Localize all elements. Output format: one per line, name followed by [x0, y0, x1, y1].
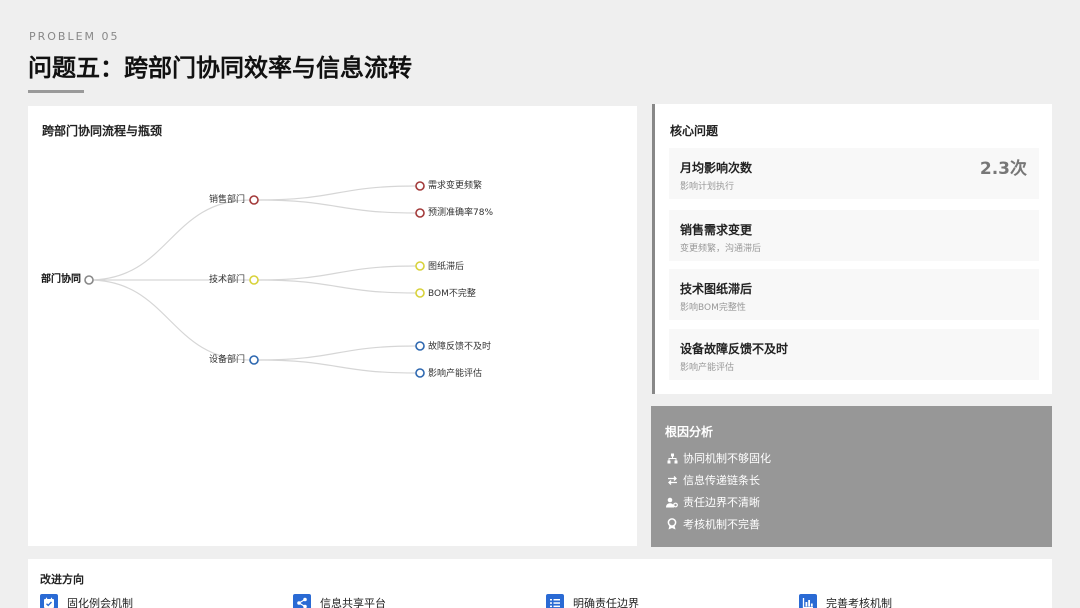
branch-label-tech: 技术部门 [209, 275, 246, 285]
exchange-icon [665, 473, 679, 487]
core-item-subtitle: 影响BOM完整性 [680, 303, 746, 313]
edge-equipment-to-leaf [257, 359, 417, 374]
chart-bar-icon [799, 594, 817, 608]
core-title: 核心问题 [670, 124, 719, 138]
share-icon [293, 594, 311, 608]
core-item-value: 2.3次 [979, 159, 1027, 179]
leaf-node [415, 341, 425, 351]
improvement-item: 完善考核机制 [799, 594, 892, 608]
leaf-label: 需求变更频繁 [428, 181, 483, 191]
improvement-label: 固化例会机制 [67, 597, 133, 608]
branch-node-sales [249, 195, 259, 205]
root-cause-item: 考核机制不完善 [665, 516, 760, 532]
list-ordered-icon [546, 594, 564, 608]
branch-label-sales: 销售部门 [209, 195, 246, 205]
improvement-card: 改进方向 固化例会机制 信息共享平台 明确责任边界 完善考核机制 [28, 559, 1052, 608]
core-item-subtitle: 影响产能评估 [680, 363, 735, 373]
core-item-title: 技术图纸滞后 [680, 282, 753, 296]
root-cause-label: 协同机制不够固化 [683, 452, 771, 465]
flow-diagram-card: 跨部门协同流程与瓶颈 部门协同 销售部门 技术部门 设备部门 需求变更频繁 预测… [28, 106, 637, 546]
mind-map [84, 181, 425, 378]
core-item-title: 设备故障反馈不及时 [680, 342, 789, 356]
leaf-node [415, 261, 425, 271]
improvement-label: 完善考核机制 [826, 597, 892, 608]
edge-equipment-to-leaf [257, 345, 417, 361]
calendar-check-icon [40, 594, 58, 608]
core-problems-card: 核心问题 月均影响次数 影响计划执行 2.3次 销售需求变更 变更频繁，沟通滞后… [652, 104, 1052, 394]
leaf-label: BOM不完整 [428, 289, 476, 299]
root-cause-item: 责任边界不清晰 [665, 494, 760, 510]
eyebrow-label: PROBLEM 05 [29, 30, 120, 43]
leaf-node [415, 368, 425, 378]
leaf-label: 影响产能评估 [428, 369, 483, 379]
core-item-title: 月均影响次数 [680, 161, 753, 175]
edge-tech-to-leaf [257, 279, 417, 294]
root-cause-label: 信息传递链条长 [683, 474, 760, 487]
improvement-item: 明确责任边界 [546, 594, 639, 608]
root-cause-card: 根因分析 协同机制不够固化 信息传递链条长 责任边界不清晰 考核机制不完善 [651, 406, 1052, 547]
core-item-subtitle: 影响计划执行 [680, 182, 735, 192]
edge-sales-to-leaf [257, 199, 417, 214]
root-node [84, 275, 94, 285]
leaf-node [415, 181, 425, 191]
leaf-node [415, 288, 425, 298]
branch-node-equipment [249, 355, 259, 365]
edge-sales-to-leaf [257, 185, 417, 201]
improvement-item: 信息共享平台 [293, 594, 386, 608]
core-item: 技术图纸滞后 影响BOM完整性 [669, 269, 1039, 320]
improvement-title: 改进方向 [40, 573, 84, 586]
improvement-label: 明确责任边界 [573, 597, 639, 608]
improvement-label: 信息共享平台 [320, 597, 386, 608]
root-cause-label: 考核机制不完善 [683, 518, 760, 531]
root-cause-item: 协同机制不够固化 [665, 450, 771, 466]
root-cause-label: 责任边界不清晰 [683, 496, 760, 509]
edge-root-to-sales [88, 199, 251, 281]
user-cog-icon [665, 495, 679, 509]
core-item-title: 销售需求变更 [680, 223, 753, 237]
root-node-label: 部门协同 [41, 274, 81, 285]
leaf-node [415, 208, 425, 218]
core-item: 销售需求变更 变更频繁，沟通滞后 [669, 210, 1039, 261]
core-item-subtitle: 变更频繁，沟通滞后 [680, 244, 762, 254]
core-item: 设备故障反馈不及时 影响产能评估 [669, 329, 1039, 380]
page-title: 问题五：跨部门协同效率与信息流转 [28, 54, 412, 82]
core-item: 月均影响次数 影响计划执行 2.3次 [669, 148, 1039, 199]
branch-label-equipment: 设备部门 [209, 355, 246, 365]
edge-tech-to-leaf [257, 265, 417, 281]
leaf-label: 预测准确率78% [428, 208, 494, 218]
award-icon [665, 517, 679, 531]
leaf-label: 图纸滞后 [428, 262, 465, 272]
leaf-label: 故障反馈不及时 [428, 342, 492, 352]
root-cause-item: 信息传递链条长 [665, 472, 760, 488]
edge-root-to-equipment [88, 279, 251, 361]
branch-node-tech [249, 275, 259, 285]
title-underline [28, 90, 84, 93]
root-cause-title: 根因分析 [665, 425, 714, 439]
improvement-item: 固化例会机制 [40, 594, 133, 608]
sitemap-icon [665, 451, 679, 465]
